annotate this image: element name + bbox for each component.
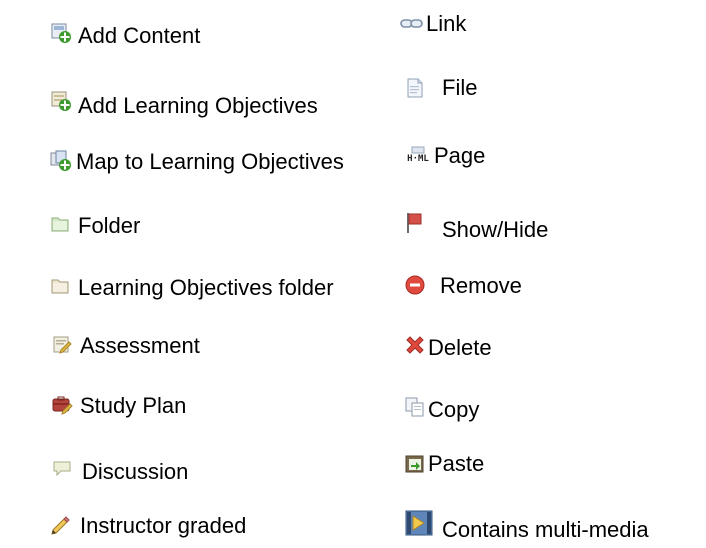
legend-item-copy: Copy (404, 392, 479, 422)
legend-label: Learning Objectives folder (78, 275, 334, 300)
legend-item-file: File (404, 76, 477, 100)
remove-icon (404, 274, 426, 296)
study-plan-icon (52, 394, 74, 416)
legend-label: Paste (428, 451, 485, 476)
assessment-icon (52, 334, 74, 356)
legend-item-instructor-graded: Instructor graded (50, 510, 246, 538)
delete-icon (404, 335, 426, 357)
legend-item-delete: Delete (404, 332, 492, 360)
legend-item-paste: Paste (404, 452, 484, 476)
link-icon (400, 13, 424, 35)
legend-item-add-content: Add Content (50, 18, 200, 48)
legend-item-contains-multi-media: Contains multi-media (404, 504, 649, 542)
legend-item-assessment: Assessment (52, 332, 200, 358)
legend-label: Map to Learning Objectives (76, 149, 344, 174)
html-page-icon: H·ML (404, 145, 432, 167)
legend-item-study-plan: Study Plan (52, 392, 186, 418)
multimedia-icon (404, 508, 434, 538)
legend-label: Add Content (78, 23, 201, 48)
legend-label: Remove (440, 273, 522, 298)
discussion-icon (52, 458, 74, 480)
legend-item-page: H·ML Page (404, 144, 485, 168)
legend-item-discussion: Discussion (52, 454, 188, 484)
paste-icon (404, 453, 426, 475)
legend-label: Instructor graded (80, 513, 247, 538)
legend-label: Study Plan (80, 393, 187, 418)
learning-objectives-folder-icon (50, 275, 72, 297)
legend-label: Page (434, 143, 486, 168)
legend-item-learning-objectives-folder: Learning Objectives folder (50, 272, 334, 300)
icon-legend: { "legend": { "left_column": [ {"label":… (0, 0, 706, 548)
legend-label: Delete (428, 335, 492, 360)
legend-label: Folder (78, 213, 141, 238)
folder-icon (50, 213, 72, 235)
html-page-icon-text: H·ML (407, 154, 429, 164)
legend-label: Assessment (80, 333, 200, 358)
legend-label: Copy (428, 397, 480, 422)
legend-label: Discussion (82, 459, 189, 484)
add-content-icon (50, 22, 72, 44)
legend-label: Link (426, 11, 467, 36)
add-learning-objectives-icon (50, 90, 72, 112)
pencil-icon (50, 513, 72, 535)
flag-icon (404, 212, 426, 234)
file-icon (404, 77, 426, 99)
legend-label: Add Learning Objectives (78, 93, 318, 118)
legend-label: File (442, 75, 478, 100)
legend-item-add-learning-objectives: Add Learning Objectives (50, 84, 318, 118)
legend-item-link: Link (400, 12, 466, 36)
legend-item-map-learning-objectives: Map to Learning Objectives (50, 148, 344, 174)
map-learning-objectives-icon (50, 150, 72, 172)
legend-item-remove: Remove (404, 272, 522, 298)
legend-label: Show/Hide (442, 217, 549, 242)
legend-item-show-hide: Show/Hide (404, 204, 548, 242)
legend-label: Contains multi-media (442, 517, 649, 542)
legend-item-folder: Folder (50, 210, 140, 238)
copy-icon (404, 396, 426, 418)
